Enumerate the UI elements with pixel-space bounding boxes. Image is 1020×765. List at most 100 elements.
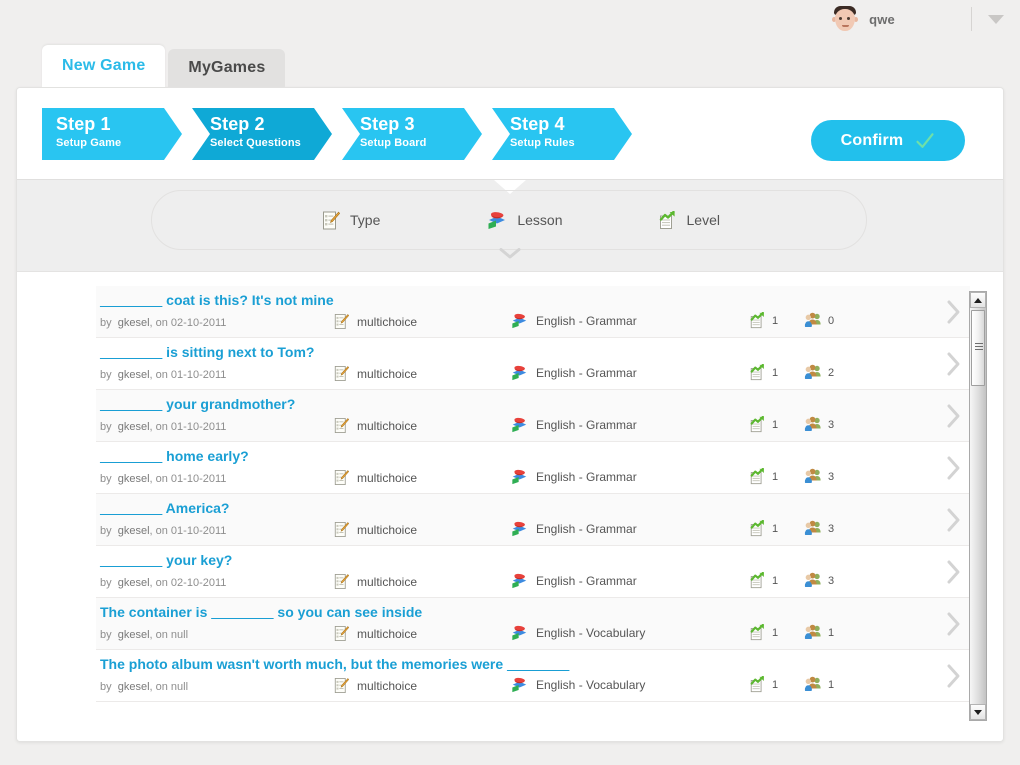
question-type-label: multichoice: [357, 418, 418, 433]
question-title[interactable]: ________ your key?: [100, 552, 232, 568]
scrollbar-thumb[interactable]: [971, 310, 985, 386]
question-type-cell: multichoice: [334, 521, 417, 538]
notepad-arrow-icon: [750, 676, 764, 693]
question-users-cell: 1: [804, 676, 834, 693]
filter-type-label: Type: [350, 212, 381, 228]
scrollbar-down-button[interactable]: [970, 704, 986, 720]
question-users-cell: 2: [804, 364, 834, 381]
question-lesson-label: English - Grammar: [536, 366, 637, 380]
question-users-cell: 3: [804, 416, 834, 433]
question-users-value: 0: [828, 314, 835, 327]
wizard-step-4[interactable]: Step 4 Setup Rules: [492, 108, 632, 160]
question-blank: ________: [100, 448, 163, 464]
books-icon: [512, 625, 527, 641]
notepad-arrow-icon: [750, 520, 764, 537]
table-row[interactable]: ________ coat is this? It's not mine by …: [96, 286, 970, 338]
question-meta: by gkesel, on 01-10-2011: [100, 369, 227, 381]
clipboard-pencil-icon: [334, 418, 349, 433]
question-list-area: ________ coat is this? It's not mine by …: [17, 272, 1003, 741]
question-level-value: 1: [772, 522, 779, 535]
table-row[interactable]: ________ America? by gkesel, on 01-10-20…: [96, 494, 970, 546]
books-icon: [512, 313, 527, 329]
users-group-icon: [804, 520, 821, 536]
row-open-chevron-right-icon[interactable]: [944, 610, 964, 638]
row-open-chevron-right-icon[interactable]: [944, 402, 964, 430]
question-lesson-label: English - Vocabulary: [536, 678, 646, 692]
question-users-cell: 0: [804, 312, 834, 329]
question-type-label: multichoice: [357, 470, 418, 485]
chevron-right-icon: [947, 612, 960, 636]
notepad-arrow-icon: [750, 364, 764, 381]
question-title[interactable]: ________ coat is this? It's not mine: [100, 292, 334, 308]
table-row[interactable]: ________ is sitting next to Tom? by gkes…: [96, 338, 970, 390]
row-open-chevron-right-icon[interactable]: [944, 506, 964, 534]
question-lesson-cell: English - Vocabulary: [511, 625, 645, 641]
question-level-value: 1: [772, 314, 779, 327]
table-row[interactable]: The photo album wasn't worth much, but t…: [96, 650, 970, 702]
wizard-step-1[interactable]: Step 1 Setup Game: [42, 108, 182, 160]
confirm-button[interactable]: Confirm: [811, 120, 965, 161]
clipboard-pencil-icon: [334, 522, 349, 537]
avatar[interactable]: [830, 4, 860, 34]
row-open-chevron-right-icon[interactable]: [944, 662, 964, 690]
chevron-right-icon: [947, 508, 960, 532]
table-row[interactable]: ________ home early? by gkesel, on 01-10…: [96, 442, 970, 494]
question-level-value: 1: [772, 678, 779, 691]
question-users-value: 2: [828, 366, 835, 379]
tab-mygames[interactable]: MyGames: [168, 49, 286, 87]
question-title[interactable]: ________ America?: [100, 500, 229, 516]
question-title[interactable]: ________ home early?: [100, 448, 249, 464]
row-open-chevron-right-icon[interactable]: [944, 298, 964, 326]
filter-level[interactable]: Level: [658, 210, 720, 230]
question-lesson-cell: English - Grammar: [511, 469, 637, 485]
question-lesson-label: English - Grammar: [536, 574, 637, 588]
notepad-arrow-icon: [659, 210, 675, 229]
question-users-value: 3: [828, 418, 835, 431]
question-type-cell: multichoice: [334, 365, 417, 382]
avatar-face: [835, 9, 856, 31]
question-title[interactable]: ________ is sitting next to Tom?: [100, 344, 314, 360]
user-menu-dropdown-button[interactable]: [972, 0, 1020, 38]
avatar-mouth: [842, 25, 850, 27]
question-title[interactable]: The container is ________ so you can see…: [100, 604, 422, 620]
row-open-chevron-right-icon[interactable]: [944, 350, 964, 378]
clipboard-pencil-icon: [334, 626, 349, 641]
question-blank: ________: [100, 500, 163, 516]
books-icon: [512, 469, 527, 485]
question-title[interactable]: The photo album wasn't worth much, but t…: [100, 656, 569, 672]
question-title[interactable]: ________ your grandmother?: [100, 396, 295, 412]
books-icon: [512, 365, 527, 381]
question-blank: ________: [100, 344, 163, 360]
scrollbar-up-button[interactable]: [970, 292, 986, 308]
row-open-chevron-right-icon[interactable]: [944, 454, 964, 482]
triangle-up-icon: [974, 297, 982, 303]
table-row[interactable]: The container is ________ so you can see…: [96, 598, 970, 650]
wizard-step-2[interactable]: Step 2 Select Questions: [192, 108, 332, 160]
question-type-label: multichoice: [357, 678, 418, 693]
filter-expand-chevron-down-icon[interactable]: [499, 248, 521, 259]
row-open-chevron-right-icon[interactable]: [944, 558, 964, 586]
tab-mygames-label: MyGames: [188, 59, 266, 76]
filter-type[interactable]: Type: [322, 211, 380, 230]
tab-new-game[interactable]: New Game: [42, 45, 166, 87]
question-meta: by gkesel, on 02-10-2011: [100, 577, 227, 589]
question-users-cell: 1: [804, 624, 834, 641]
users-group-icon: [804, 364, 821, 380]
table-row[interactable]: ________ your key? by gkesel, on 02-10-2…: [96, 546, 970, 598]
filter-lesson[interactable]: Lesson: [487, 211, 563, 230]
books-icon: [512, 677, 527, 693]
question-lesson-label: English - Grammar: [536, 470, 637, 484]
wizard-step-1-subtitle: Setup Game: [56, 137, 122, 149]
question-lesson-cell: English - Vocabulary: [511, 677, 645, 693]
question-level-cell: 1: [749, 468, 778, 485]
question-type-cell: multichoice: [334, 417, 417, 434]
user-menu[interactable]: qwe: [830, 0, 1020, 38]
wizard-step-3[interactable]: Step 3 Setup Board: [342, 108, 482, 160]
table-row[interactable]: ________ your grandmother? by gkesel, on…: [96, 390, 970, 442]
question-level-cell: 1: [749, 312, 778, 329]
question-meta: by gkesel, on 01-10-2011: [100, 473, 227, 485]
question-type-cell: multichoice: [334, 677, 417, 694]
question-users-cell: 3: [804, 468, 834, 485]
question-list-scrollbar[interactable]: [969, 291, 987, 721]
notepad-arrow-icon: [750, 312, 764, 329]
